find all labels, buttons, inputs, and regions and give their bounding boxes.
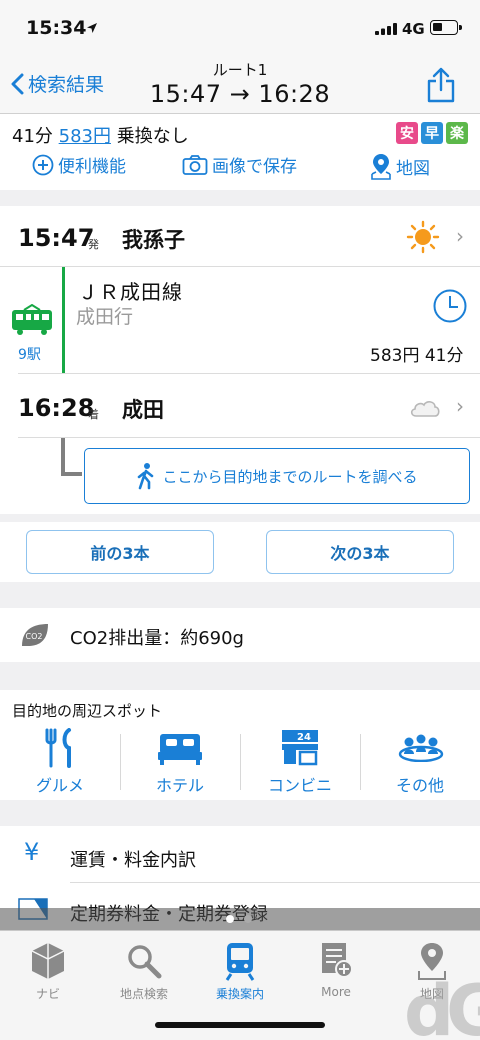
divider [0, 266, 480, 267]
navi-icon [31, 943, 65, 979]
page-dot-active [226, 915, 234, 923]
page-indicator [0, 908, 480, 930]
route-summary: 41分 583円 乗換なし 安 早 楽 便利機能 画像で保存 地図 [0, 114, 480, 190]
status-bar: 15:34 4G [0, 0, 480, 56]
co2-text: CO2排出量：約690g [70, 628, 244, 649]
network-type: 4G [402, 20, 425, 38]
train-line-bar [62, 267, 65, 373]
cloudy-icon [410, 401, 440, 417]
convenience-store-icon: 24 [282, 730, 318, 766]
nav-subtitle: 15:47 → 16:28 [149, 80, 331, 108]
watermark-logo: dG [404, 970, 480, 1040]
tab-navi-label: ナビ [35, 987, 60, 1001]
divider [18, 437, 480, 438]
segment-fare-time: 583円 41分 [370, 341, 464, 366]
tab-more-label: More [321, 985, 351, 999]
departure-time: 15:47 [18, 224, 95, 252]
others-icon [398, 734, 444, 762]
spot-others[interactable]: その他 [360, 728, 480, 796]
nav-bar: 検索結果 ルート1 15:47 → 16:28 [0, 56, 480, 114]
tab-place-search[interactable]: 地点検索 [96, 937, 192, 1001]
route-detail: 15:47 発 我孫子 › 9駅 ＪＲ成田線 成田行 583円 41分 16:2… [0, 206, 480, 514]
yen-icon: ¥ [24, 838, 40, 866]
tab-transit[interactable]: 乗換案内 [192, 937, 288, 1001]
chevron-right-icon: › [456, 224, 464, 248]
tab-place-search-label: 地点検索 [119, 987, 168, 1001]
spot-others-label: その他 [395, 776, 444, 795]
departure-station: 我孫子 [122, 228, 185, 252]
spots-title: 目的地の周辺スポット [12, 702, 163, 720]
co2-row: CO2 CO2排出量：約690g [0, 608, 480, 662]
prev-next-bar: 前の3本 次の3本 [0, 522, 480, 582]
badge-cheap: 安 [396, 122, 418, 144]
arrival-time: 16:28 [18, 394, 95, 422]
summary-fare-link[interactable]: 583円 [59, 126, 111, 147]
location-arrow-icon [87, 23, 97, 33]
summary-line: 41分 583円 乗換なし [12, 122, 189, 148]
train-front-icon [225, 943, 255, 981]
summary-transfer: 乗換なし [116, 126, 189, 147]
status-time: 15:34 [26, 17, 87, 39]
battery-icon [430, 20, 462, 35]
tab-navi[interactable]: ナビ [0, 937, 96, 1001]
connector-arrow [61, 438, 82, 476]
plus-circle-icon [32, 154, 54, 175]
departure-suffix: 発 [88, 238, 99, 251]
screen: 15:34 4G 検索結果 ルート1 15:47 → 16:28 41分 583… [0, 0, 480, 1040]
stop-count: 9駅 [18, 347, 41, 363]
prev-three-button[interactable]: 前の3本 [26, 530, 214, 574]
tab-transit-label: 乗換案内 [215, 987, 264, 1001]
signal-icon [375, 23, 397, 35]
train-icon [12, 304, 52, 335]
segment-fare: 583円 [370, 346, 420, 366]
chevron-right-icon: › [456, 394, 464, 418]
badge-fast: 早 [421, 122, 443, 144]
clock-icon[interactable] [432, 288, 468, 324]
spot-hotel-label: ホテル [155, 776, 204, 795]
page-dot [244, 915, 252, 923]
fare-detail-label: 運賃・料金内訳 [70, 850, 196, 871]
save-image-button[interactable]: 画像で保存 [182, 152, 297, 177]
route-badges: 安 早 楽 [396, 122, 468, 144]
summary-duration: 41分 [12, 126, 53, 147]
badge-easy: 楽 [446, 122, 468, 144]
spot-gourmet-label: グルメ [35, 776, 84, 795]
arrival-station: 成田 [122, 398, 164, 422]
next-three-button[interactable]: 次の3本 [266, 530, 454, 574]
nearby-spots: 目的地の周辺スポット グルメ ホテル 24 コンビニ その他 [0, 690, 480, 800]
segment-duration: 41分 [424, 346, 464, 366]
conv-badge-text: 24 [297, 732, 311, 743]
co2-icon-text: CO2 [26, 632, 43, 641]
summary-actions: 便利機能 画像で保存 地図 [0, 152, 480, 186]
divider [18, 373, 480, 374]
magnifier-icon [128, 945, 162, 979]
save-image-label: 画像で保存 [212, 157, 297, 177]
map-button[interactable]: 地図 [370, 152, 430, 180]
sunny-icon [406, 220, 440, 254]
spot-convenience[interactable]: 24 コンビニ [240, 728, 360, 796]
route-from-here-label: ここから目的地までのルートを調べる [162, 467, 418, 486]
nav-title: ルート1 [212, 61, 268, 79]
walking-person-icon [138, 463, 154, 490]
map-label: 地図 [396, 158, 430, 179]
map-pin-icon [371, 154, 391, 180]
tools-button[interactable]: 便利機能 [32, 152, 126, 177]
divider [70, 882, 480, 883]
more-icon [322, 943, 353, 978]
co2-leaf-icon: CO2 [22, 624, 48, 646]
tools-label: 便利機能 [58, 157, 126, 177]
camera-icon [182, 154, 208, 175]
home-indicator [155, 1022, 325, 1028]
route-from-here-button[interactable]: ここから目的地までのルートを調べる [84, 448, 470, 504]
arrival-suffix: 着 [88, 408, 99, 421]
gourmet-icon [45, 728, 71, 768]
spot-convenience-label: コンビニ [267, 776, 332, 795]
tab-more[interactable]: More [288, 937, 384, 999]
line-name[interactable]: ＪＲ成田線 [78, 276, 183, 305]
hotel-icon [158, 734, 202, 765]
line-destination: 成田行 [76, 306, 134, 328]
share-icon[interactable] [426, 66, 456, 104]
spot-hotel[interactable]: ホテル [120, 728, 240, 796]
spot-gourmet[interactable]: グルメ [0, 728, 120, 796]
